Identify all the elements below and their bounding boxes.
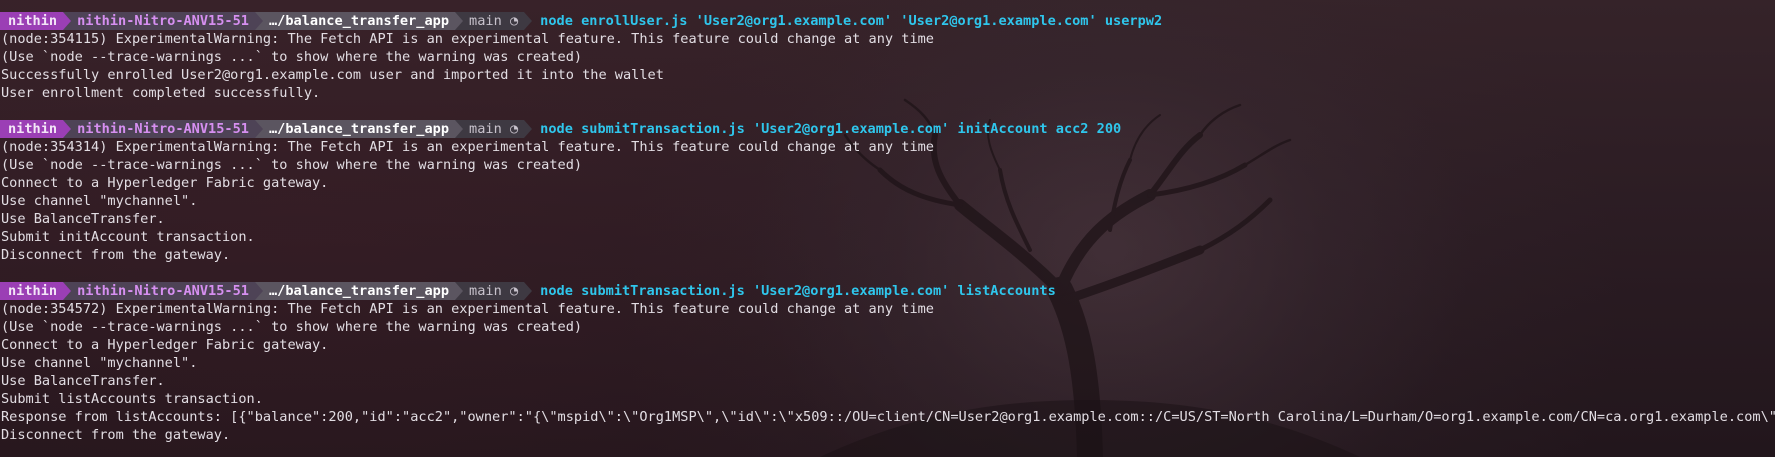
- command-text: node submitTransaction.js 'User2@org1.ex…: [540, 121, 1122, 137]
- output-line: Use channel "mychannel".: [1, 193, 198, 209]
- command-text: node submitTransaction.js 'User2@org1.ex…: [540, 283, 1056, 299]
- prompt-directory: …/balance_transfer_app: [262, 12, 456, 30]
- output-line: Disconnect from the gateway.: [1, 247, 231, 263]
- prompt-user: nithin: [0, 120, 64, 138]
- output-line: Response from listAccounts: [{"balance":…: [1, 409, 1775, 425]
- prompt-host: nithin-Nitro-ANV15-51: [71, 120, 255, 138]
- prompt-host: nithin-Nitro-ANV15-51: [71, 282, 255, 300]
- prompt-directory: …/balance_transfer_app: [262, 120, 456, 138]
- output-line: Use BalanceTransfer.: [1, 211, 165, 227]
- output-line: Disconnect from the gateway.: [1, 427, 231, 443]
- output-line: Submit initAccount transaction.: [1, 229, 255, 245]
- prompt-separator-icon: [254, 282, 263, 300]
- prompt-separator-icon: [524, 12, 533, 30]
- output-line: (node:354115) ExperimentalWarning: The F…: [1, 31, 934, 47]
- prompt-host: nithin-Nitro-ANV15-51: [71, 12, 255, 30]
- prompt-separator-icon: [455, 282, 464, 300]
- output-line: Use BalanceTransfer.: [1, 373, 165, 389]
- prompt-directory: …/balance_transfer_app: [262, 282, 456, 300]
- prompt-user: nithin: [0, 12, 64, 30]
- output-line: Submit listAccounts transaction.: [1, 391, 263, 407]
- output-line: (node:354572) ExperimentalWarning: The F…: [1, 301, 934, 317]
- command-text: node enrollUser.js 'User2@org1.example.c…: [540, 13, 1163, 29]
- prompt-git-branch: main ◔: [463, 282, 525, 300]
- output-line: User enrollment completed successfully.: [1, 85, 321, 101]
- prompt-git-branch: main ◔: [463, 120, 525, 138]
- prompt-git-branch: main ◔: [463, 12, 525, 30]
- terminal-output: nithin nithin-Nitro-ANV15-51 …/balance_t…: [0, 12, 1775, 444]
- prompt-separator-icon: [524, 120, 533, 138]
- output-line: Use channel "mychannel".: [1, 355, 198, 371]
- shell-prompt: nithin nithin-Nitro-ANV15-51 …/balance_t…: [0, 120, 1775, 138]
- output-line: (node:354314) ExperimentalWarning: The F…: [1, 139, 934, 155]
- output-line: (Use `node --trace-warnings ...` to show…: [1, 319, 583, 335]
- prompt-separator-icon: [254, 120, 263, 138]
- prompt-separator-icon: [63, 120, 72, 138]
- shell-prompt: nithin nithin-Nitro-ANV15-51 …/balance_t…: [0, 282, 1775, 300]
- prompt-separator-icon: [455, 12, 464, 30]
- prompt-user: nithin: [0, 282, 64, 300]
- prompt-separator-icon: [63, 12, 72, 30]
- output-line: Connect to a Hyperledger Fabric gateway.: [1, 175, 329, 191]
- shell-prompt: nithin nithin-Nitro-ANV15-51 …/balance_t…: [0, 12, 1775, 30]
- output-line: (Use `node --trace-warnings ...` to show…: [1, 49, 583, 65]
- output-line: (Use `node --trace-warnings ...` to show…: [1, 157, 583, 173]
- output-line: Connect to a Hyperledger Fabric gateway.: [1, 337, 329, 353]
- prompt-separator-icon: [63, 282, 72, 300]
- prompt-separator-icon: [455, 120, 464, 138]
- prompt-separator-icon: [524, 282, 533, 300]
- output-line: Successfully enrolled User2@org1.example…: [1, 67, 664, 83]
- prompt-separator-icon: [254, 12, 263, 30]
